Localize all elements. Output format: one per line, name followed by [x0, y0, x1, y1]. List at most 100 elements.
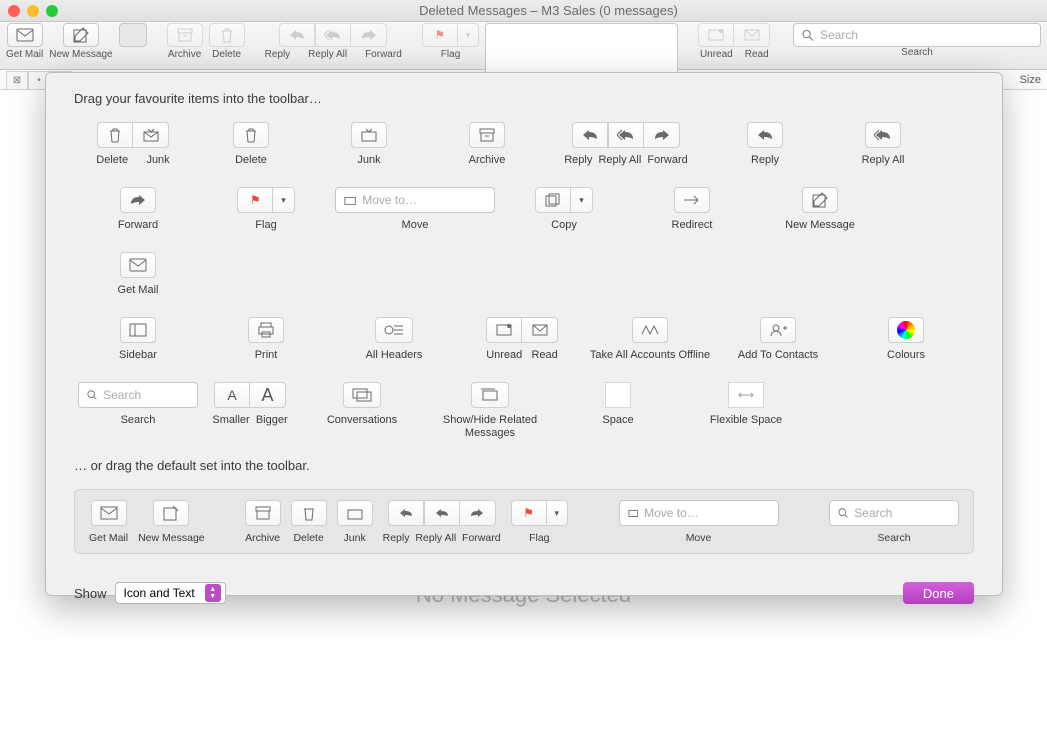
default-toolbar-set[interactable]: Get Mail New Message Archive Delete Junk…: [74, 489, 974, 554]
reply-all-label: Reply All: [308, 49, 347, 60]
forward-icon: [130, 194, 146, 206]
archive-label: Archive: [168, 49, 201, 60]
palette-flag[interactable]: ⚑▾Flag: [202, 187, 330, 232]
flag-icon: ⚑: [434, 28, 445, 42]
palette-reply-group[interactable]: Reply Reply All Forward: [546, 122, 706, 167]
unread-button[interactable]: [698, 23, 734, 47]
search-icon: [87, 389, 97, 401]
trash-icon: [108, 127, 122, 143]
zoom-window-button[interactable]: [46, 5, 58, 17]
palette-move[interactable]: Move: [330, 187, 500, 232]
bigger-a-icon: A: [261, 386, 273, 404]
get-mail-button[interactable]: [7, 23, 43, 47]
junk-icon: [347, 506, 363, 520]
flag-label: Flag: [441, 49, 460, 60]
palette-new-message[interactable]: New Message: [756, 187, 884, 232]
flag-dropdown-button[interactable]: ▾: [458, 23, 480, 47]
show-label: Show: [74, 586, 107, 601]
archive-button[interactable]: [167, 23, 203, 47]
space-icon: [605, 382, 631, 408]
palette-delete-junk[interactable]: Delete Junk: [74, 122, 192, 167]
minimize-window-button[interactable]: [27, 5, 39, 17]
mailbox-tab[interactable]: ⊠: [6, 71, 28, 89]
offline-icon: [641, 324, 659, 336]
palette-conversations[interactable]: Conversations: [298, 382, 426, 440]
headers-icon: [384, 323, 404, 337]
palette-take-offline[interactable]: Take All Accounts Offline: [586, 317, 714, 362]
search-icon: [838, 507, 848, 519]
forward-button[interactable]: [351, 23, 387, 47]
new-message-button[interactable]: [63, 23, 99, 47]
delete-button[interactable]: [209, 23, 245, 47]
palette-space[interactable]: Space: [554, 382, 682, 440]
palette-redirect[interactable]: Redirect: [628, 187, 756, 232]
palette-copy[interactable]: ▾Copy: [500, 187, 628, 232]
show-mode-value: Icon and Text: [124, 586, 195, 600]
palette-all-headers[interactable]: All Headers: [330, 317, 458, 362]
palette-forward[interactable]: Forward: [74, 187, 202, 232]
palette-print[interactable]: Print: [202, 317, 330, 362]
forward-icon: [654, 129, 670, 141]
done-button[interactable]: Done: [903, 582, 974, 604]
palette-reply[interactable]: Reply: [706, 122, 824, 167]
add-contact-icon: [769, 323, 787, 337]
blank-toolbar-slot: [119, 23, 147, 47]
reply-button[interactable]: [279, 23, 315, 47]
sheet-prompt-2: … or drag the default set into the toolb…: [74, 458, 974, 473]
reply-icon: [757, 129, 773, 141]
trash-icon: [244, 127, 258, 143]
forward-label: Forward: [365, 49, 402, 60]
new-message-label: New Message: [49, 49, 112, 60]
junk-icon: [361, 128, 377, 142]
envelope-icon: [129, 258, 147, 272]
search-icon: [802, 29, 814, 42]
chevron-down-icon: ▾: [466, 30, 471, 41]
palette-get-mail[interactable]: Get Mail: [74, 252, 202, 297]
select-stepper-icon: ▲▼: [205, 584, 221, 602]
palette-add-contacts[interactable]: Add To Contacts: [714, 317, 842, 362]
related-icon: [480, 388, 500, 402]
titlebar: Deleted Messages – M3 Sales (0 messages): [0, 0, 1047, 22]
conversations-icon: [352, 388, 372, 402]
window-title: Deleted Messages – M3 Sales (0 messages): [58, 3, 1039, 18]
flag-icon: ⚑: [523, 506, 534, 520]
search-input[interactable]: [854, 506, 950, 520]
unread-label: Unread: [700, 49, 733, 60]
flag-icon: ⚑: [250, 193, 261, 207]
size-column-header[interactable]: Size: [1020, 74, 1041, 86]
folder-icon: [628, 508, 639, 518]
read-button[interactable]: [734, 23, 770, 47]
palette-delete[interactable]: Delete: [192, 122, 310, 167]
show-mode-select[interactable]: Icon and Text ▲▼: [115, 582, 226, 604]
read-icon: [532, 324, 548, 336]
customize-toolbar-sheet: Drag your favourite items into the toolb…: [45, 72, 1003, 596]
palette-sidebar[interactable]: Sidebar: [74, 317, 202, 362]
search-input[interactable]: [103, 388, 189, 402]
palette-reply-all[interactable]: Reply All: [824, 122, 942, 167]
palette-junk[interactable]: Junk: [310, 122, 428, 167]
search-input[interactable]: [820, 28, 1032, 42]
folder-icon: [344, 194, 356, 206]
reply-icon: [582, 129, 598, 141]
search-field[interactable]: [793, 23, 1041, 47]
envelope-icon: [100, 506, 118, 520]
archive-icon: [479, 128, 495, 142]
palette-search[interactable]: Search: [74, 382, 202, 440]
junk-icon: [143, 128, 159, 142]
palette-flexible-space[interactable]: Flexible Space: [682, 382, 810, 440]
move-input[interactable]: [362, 193, 486, 207]
flag-button[interactable]: ⚑: [422, 23, 458, 47]
compose-icon: [163, 505, 179, 521]
chevron-down-icon: ▾: [579, 195, 584, 206]
close-window-button[interactable]: [8, 5, 20, 17]
sidebar-icon: [129, 323, 147, 337]
palette-showhide-related[interactable]: Show/Hide Related Messages: [426, 382, 554, 440]
palette-unread-read[interactable]: Unread Read: [458, 317, 586, 362]
palette-colours[interactable]: Colours: [842, 317, 970, 362]
reply-all-button[interactable]: [315, 23, 351, 47]
palette-smaller-bigger[interactable]: AASmaller Bigger: [202, 382, 298, 440]
trash-icon: [302, 505, 316, 521]
reply-all-icon: [434, 508, 450, 518]
palette-archive[interactable]: Archive: [428, 122, 546, 167]
move-input[interactable]: [644, 506, 769, 520]
